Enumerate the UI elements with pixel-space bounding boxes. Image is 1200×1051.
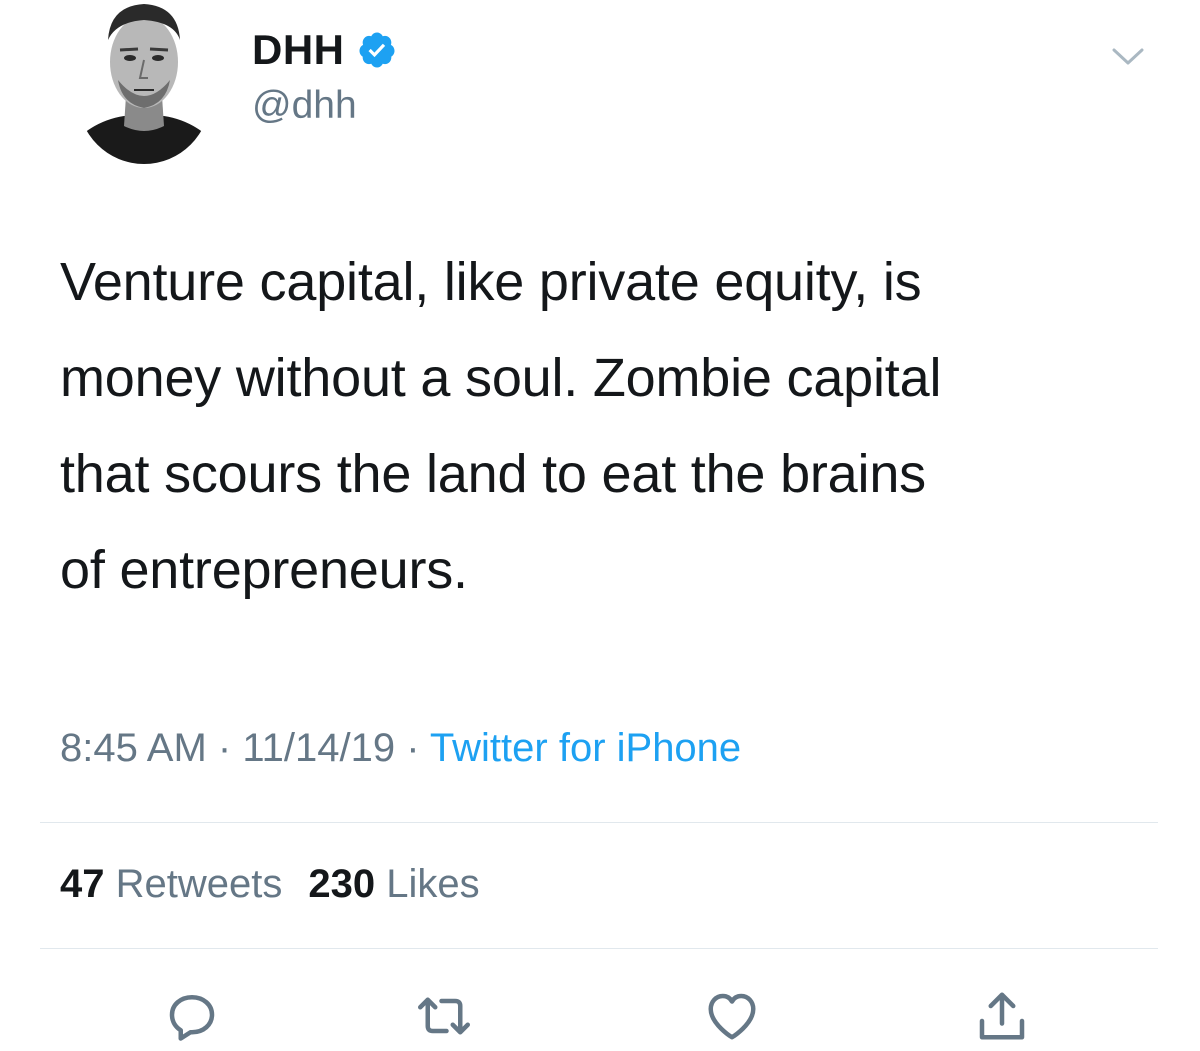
- retweets-label: Retweets: [115, 862, 283, 906]
- like-icon[interactable]: [702, 986, 762, 1046]
- share-icon[interactable]: [972, 986, 1032, 1046]
- chevron-down-icon[interactable]: [1108, 36, 1148, 76]
- author-name-row[interactable]: DHH: [252, 22, 397, 78]
- divider: [40, 948, 1158, 949]
- likes-count: 230: [308, 862, 376, 906]
- tweet-meta: 8:45 AM · 11/14/19 · Twitter for iPhone: [60, 726, 741, 771]
- reply-icon[interactable]: [162, 986, 222, 1046]
- retweets-stat[interactable]: 47 Retweets: [60, 862, 282, 906]
- verified-badge-icon: [357, 30, 397, 70]
- meta-separator: ·: [217, 726, 232, 770]
- tweet-time: 8:45 AM: [60, 726, 207, 770]
- retweets-count: 47: [60, 862, 105, 906]
- tweet-source-link[interactable]: Twitter for iPhone: [430, 726, 741, 770]
- meta-separator: ·: [406, 726, 420, 770]
- tweet-stats: 47 Retweets 230 Likes: [60, 862, 480, 907]
- display-name[interactable]: DHH: [252, 26, 345, 74]
- likes-stat[interactable]: 230 Likes: [308, 862, 479, 906]
- tweet-text: Venture capital, like private equity, is…: [60, 252, 942, 600]
- tweet-date: 11/14/19: [242, 726, 396, 770]
- user-handle[interactable]: @dhh: [252, 84, 357, 128]
- avatar[interactable]: [78, 0, 210, 164]
- retweet-icon[interactable]: [414, 986, 474, 1046]
- likes-label: Likes: [386, 862, 480, 906]
- divider: [40, 822, 1158, 823]
